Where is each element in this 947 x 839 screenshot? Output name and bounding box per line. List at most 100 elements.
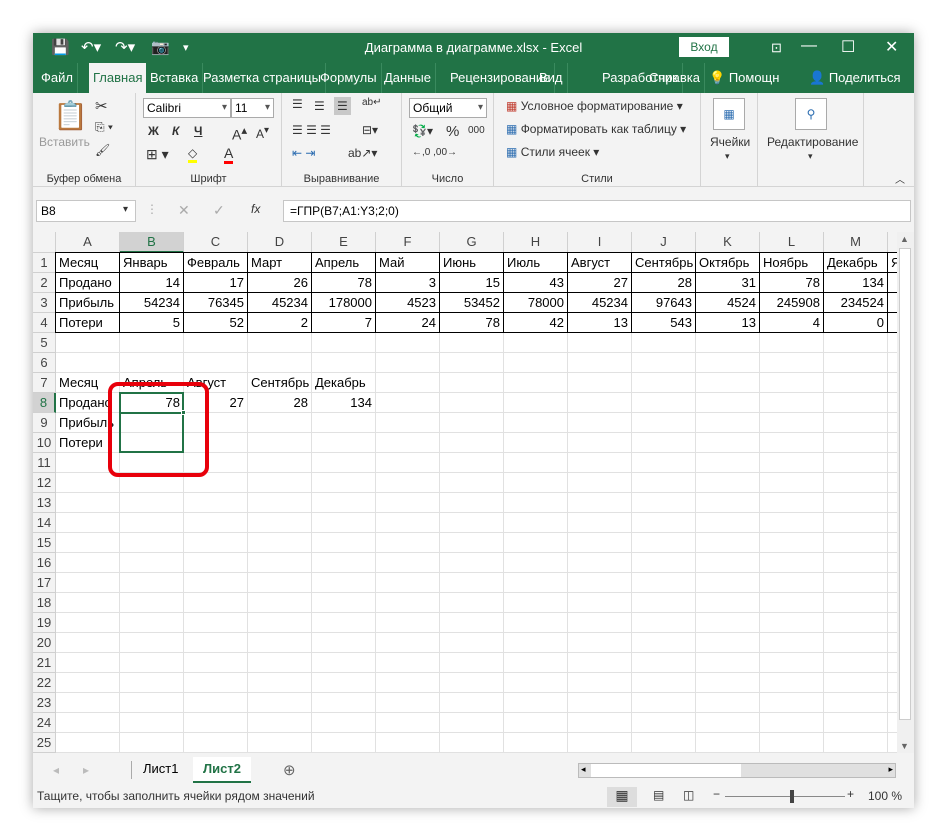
cell-N1[interactable]: Я (887, 252, 897, 273)
cell-A13[interactable] (56, 493, 120, 513)
cell-C24[interactable] (184, 713, 248, 733)
cell-L23[interactable] (760, 693, 824, 713)
cell-A18[interactable] (56, 593, 120, 613)
cell-K22[interactable] (696, 673, 760, 693)
cell-K1[interactable]: Октябрь (695, 252, 760, 273)
cell-B4[interactable]: 5 (119, 312, 184, 333)
cell-N17[interactable] (888, 573, 897, 593)
row-header-10[interactable]: 10 (33, 433, 56, 453)
cell-M1[interactable]: Декабрь (823, 252, 888, 273)
vertical-scrollbar[interactable]: ▲ ▼ (897, 232, 914, 753)
cell-L6[interactable] (760, 353, 824, 373)
cell-I24[interactable] (568, 713, 632, 733)
cell-K8[interactable] (696, 393, 760, 413)
cell-C21[interactable] (184, 653, 248, 673)
cell-I8[interactable] (568, 393, 632, 413)
cell-I2[interactable]: 27 (567, 272, 632, 293)
cell-N22[interactable] (888, 673, 897, 693)
cell-M11[interactable] (824, 453, 888, 473)
cell-G9[interactable] (440, 413, 504, 433)
scroll-left-icon[interactable]: ◂ (581, 764, 586, 775)
cell-G12[interactable] (440, 473, 504, 493)
cell-N23[interactable] (888, 693, 897, 713)
cell-I14[interactable] (568, 513, 632, 533)
cell-A2[interactable]: Продано (55, 272, 120, 293)
cell-I11[interactable] (568, 453, 632, 473)
decrease-font-icon[interactable]: A▾ (256, 125, 269, 141)
cell-C25[interactable] (184, 733, 248, 753)
cell-E3[interactable]: 178000 (311, 292, 376, 313)
cell-K14[interactable] (696, 513, 760, 533)
scroll-down-icon[interactable]: ▼ (900, 741, 909, 751)
cell-N14[interactable] (888, 513, 897, 533)
tab-3[interactable]: Разметка страницы (199, 63, 326, 93)
cell-F24[interactable] (376, 713, 440, 733)
horizontal-scrollbar[interactable]: ◂ ▸ (578, 763, 896, 778)
cell-J2[interactable]: 28 (631, 272, 696, 293)
cell-E19[interactable] (312, 613, 376, 633)
column-header-C[interactable]: C (184, 232, 248, 253)
cell-A3[interactable]: Прибыль (55, 292, 120, 313)
cell-G20[interactable] (440, 633, 504, 653)
cell-L11[interactable] (760, 453, 824, 473)
row-header-5[interactable]: 5 (33, 333, 56, 353)
borders-icon[interactable]: ⊞ ▾ (146, 146, 169, 163)
cell-D14[interactable] (248, 513, 312, 533)
number-format-select[interactable]: Общий (409, 98, 487, 118)
row-header-21[interactable]: 21 (33, 653, 56, 673)
cell-C15[interactable] (184, 533, 248, 553)
cell-M9[interactable] (824, 413, 888, 433)
cell-K12[interactable] (696, 473, 760, 493)
cell-J9[interactable] (632, 413, 696, 433)
tab-9[interactable]: Справка (645, 63, 705, 93)
row-header-15[interactable]: 15 (33, 533, 56, 553)
cell-L1[interactable]: Ноябрь (759, 252, 824, 273)
cell-F10[interactable] (376, 433, 440, 453)
cell-J3[interactable]: 97643 (631, 292, 696, 313)
cell-D13[interactable] (248, 493, 312, 513)
cell-K5[interactable] (696, 333, 760, 353)
cell-H11[interactable] (504, 453, 568, 473)
scrollbar-thumb[interactable] (899, 248, 911, 720)
cell-G22[interactable] (440, 673, 504, 693)
cell-F25[interactable] (376, 733, 440, 753)
cell-L24[interactable] (760, 713, 824, 733)
cell-N13[interactable] (888, 493, 897, 513)
cell-E14[interactable] (312, 513, 376, 533)
align-middle-icon[interactable]: ☰ (314, 99, 325, 113)
cell-G25[interactable] (440, 733, 504, 753)
cell-D3[interactable]: 45234 (247, 292, 312, 313)
cell-L13[interactable] (760, 493, 824, 513)
cell-H8[interactable] (504, 393, 568, 413)
cell-D1[interactable]: Март (247, 252, 312, 273)
page-break-icon[interactable]: ◫ (683, 788, 694, 802)
cell-H12[interactable] (504, 473, 568, 493)
cell-M4[interactable]: 0 (823, 312, 888, 333)
row-header-20[interactable]: 20 (33, 633, 56, 653)
cell-F3[interactable]: 4523 (375, 292, 440, 313)
cell-A23[interactable] (56, 693, 120, 713)
cell-A1[interactable]: Месяц (55, 252, 120, 273)
indent-icon[interactable]: ⇤ ⇥ (292, 146, 315, 160)
column-header-N[interactable]: N (888, 232, 897, 253)
cell-F22[interactable] (376, 673, 440, 693)
cell-C12[interactable] (184, 473, 248, 493)
cell-H15[interactable] (504, 533, 568, 553)
cell-K24[interactable] (696, 713, 760, 733)
cell-B7[interactable]: Апрель (120, 373, 184, 393)
cell-B25[interactable] (120, 733, 184, 753)
cell-B3[interactable]: 54234 (119, 292, 184, 313)
cell-G1[interactable]: Июнь (439, 252, 504, 273)
cell-I7[interactable] (568, 373, 632, 393)
cell-L14[interactable] (760, 513, 824, 533)
cell-H6[interactable] (504, 353, 568, 373)
cell-N21[interactable] (888, 653, 897, 673)
cell-C6[interactable] (184, 353, 248, 373)
cell-N12[interactable] (888, 473, 897, 493)
cell-G7[interactable] (440, 373, 504, 393)
cell-E23[interactable] (312, 693, 376, 713)
merge-icon[interactable]: ⊟▾ (362, 123, 378, 137)
zoom-slider[interactable] (725, 796, 845, 797)
cell-N4[interactable] (887, 312, 897, 333)
cell-M5[interactable] (824, 333, 888, 353)
